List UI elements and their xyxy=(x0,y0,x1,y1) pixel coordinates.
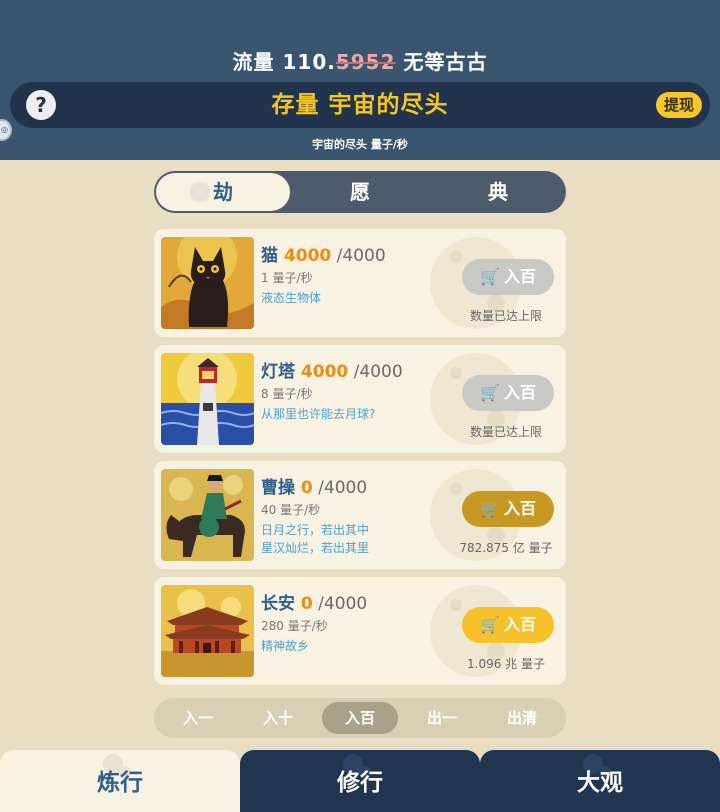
cart-icon: 🛒 xyxy=(480,383,500,402)
item-rate: 40 量子/秒 xyxy=(261,503,321,517)
stock-title: 存量 宇宙的尽头 xyxy=(271,92,449,118)
cart-icon: 🛒 xyxy=(480,615,500,634)
item-owned-count: 4000 xyxy=(283,246,332,266)
item-rate: 280 量子/秒 xyxy=(261,619,328,633)
item-owned-count: 0 xyxy=(300,478,313,498)
item-card-changan: 长安 0 /4000 280 量子/秒 精神故乡 🛒 入百 1.096 兆 量子 xyxy=(154,577,566,685)
qty-option-1[interactable]: 入一 xyxy=(160,702,236,734)
tab-dian[interactable]: 典 xyxy=(430,171,566,213)
withdraw-button[interactable]: 提现 xyxy=(655,92,702,118)
tab-yuan[interactable]: 愿 xyxy=(292,171,428,213)
flow-label: 流量 xyxy=(232,50,275,74)
tab-jie[interactable]: 劫 xyxy=(156,173,290,211)
nav-tab-lianxing[interactable]: 炼行 xyxy=(0,750,240,812)
item-name: 长安 xyxy=(261,594,295,614)
item-card-cat: 猫 4000 /4000 1 量子/秒 液态生物体 🛒 入百 数量已达上限 xyxy=(154,229,566,337)
item-rate: 8 量子/秒 xyxy=(261,387,313,401)
item-cap: /4000 xyxy=(312,594,368,614)
item-name-line: 灯塔 4000 /4000 xyxy=(261,357,403,382)
qty-option-sell-1[interactable]: 出一 xyxy=(404,702,480,734)
item-description: 精神故乡 xyxy=(261,639,310,653)
item-owned-count: 4000 xyxy=(300,362,349,382)
flow-value-changing-digits: 5952 xyxy=(335,50,396,74)
category-tabs: 劫 愿 典 xyxy=(154,171,566,213)
item-name: 灯塔 xyxy=(261,362,295,382)
qty-option-sell-all[interactable]: 出清 xyxy=(484,702,560,734)
item-limit-note: 数量已达上限 xyxy=(469,309,542,323)
qty-option-100[interactable]: 入百 xyxy=(322,702,398,734)
stock-bar: ? 存量 宇宙的尽头 提现 xyxy=(10,82,710,128)
item-price: 782.875 亿 量子 xyxy=(459,541,553,555)
item-name-line: 长安 0 /4000 xyxy=(261,589,367,614)
palace-image xyxy=(161,585,254,677)
cart-icon: 🛒 xyxy=(480,499,500,518)
item-owned-count: 0 xyxy=(300,594,313,614)
item-card-caocao: 曹操 0 /4000 40 量子/秒 日月之行，若出其中 星汉灿烂，若出其里 🛒… xyxy=(154,461,566,569)
header: 流量 110.5952 无等古古 ? 存量 宇宙的尽头 提现 ◎ 宇宙的尽头 量… xyxy=(0,0,720,160)
item-limit-note: 数量已达上限 xyxy=(469,425,542,439)
item-cap: /4000 xyxy=(348,362,403,382)
buy-button[interactable]: 🛒 入百 xyxy=(462,607,554,643)
nav-tab-xiuxing[interactable]: 修行 xyxy=(240,750,480,812)
item-cap: /4000 xyxy=(312,478,368,498)
flow-unit: 无等古古 xyxy=(403,50,488,74)
cat-image xyxy=(161,237,254,329)
lighthouse-image xyxy=(161,353,254,445)
item-name: 曹操 xyxy=(261,478,295,498)
quantity-selector: 入一 入十 入百 出一 出清 xyxy=(154,698,566,738)
item-description: 从那里也许能去月球? xyxy=(261,407,376,421)
flow-value: 110.5952 xyxy=(282,50,396,74)
item-price: 1.096 兆 量子 xyxy=(467,657,545,671)
rate-text: 宇宙的尽头 量子/秒 xyxy=(312,138,408,151)
item-description: 日月之行，若出其中 星汉灿烂，若出其里 xyxy=(261,523,370,555)
item-cap: /4000 xyxy=(331,246,386,266)
buy-button-disabled[interactable]: 🛒 入百 xyxy=(462,259,554,295)
qty-option-10[interactable]: 入十 xyxy=(240,702,316,734)
item-card-lighthouse: 灯塔 4000 /4000 8 量子/秒 从那里也许能去月球? 🛒 入百 数量已达… xyxy=(154,345,566,453)
warlord-on-horse-image xyxy=(161,469,254,561)
cart-icon: 🛒 xyxy=(480,267,500,286)
item-name: 猫 xyxy=(261,246,278,266)
buy-button[interactable]: 🛒 入百 xyxy=(462,491,554,527)
item-name-line: 猫 4000 /4000 xyxy=(261,241,386,266)
item-name-line: 曹操 0 /4000 xyxy=(261,473,367,498)
nav-tab-daguan[interactable]: 大观 xyxy=(480,750,720,812)
item-rate: 1 量子/秒 xyxy=(261,271,313,285)
buy-button-disabled[interactable]: 🛒 入百 xyxy=(462,375,554,411)
flow-readout: 流量 110.5952 无等古古 xyxy=(0,46,720,75)
bottom-nav: 炼行 修行 大观 xyxy=(0,750,720,812)
item-description: 液态生物体 xyxy=(261,291,322,305)
